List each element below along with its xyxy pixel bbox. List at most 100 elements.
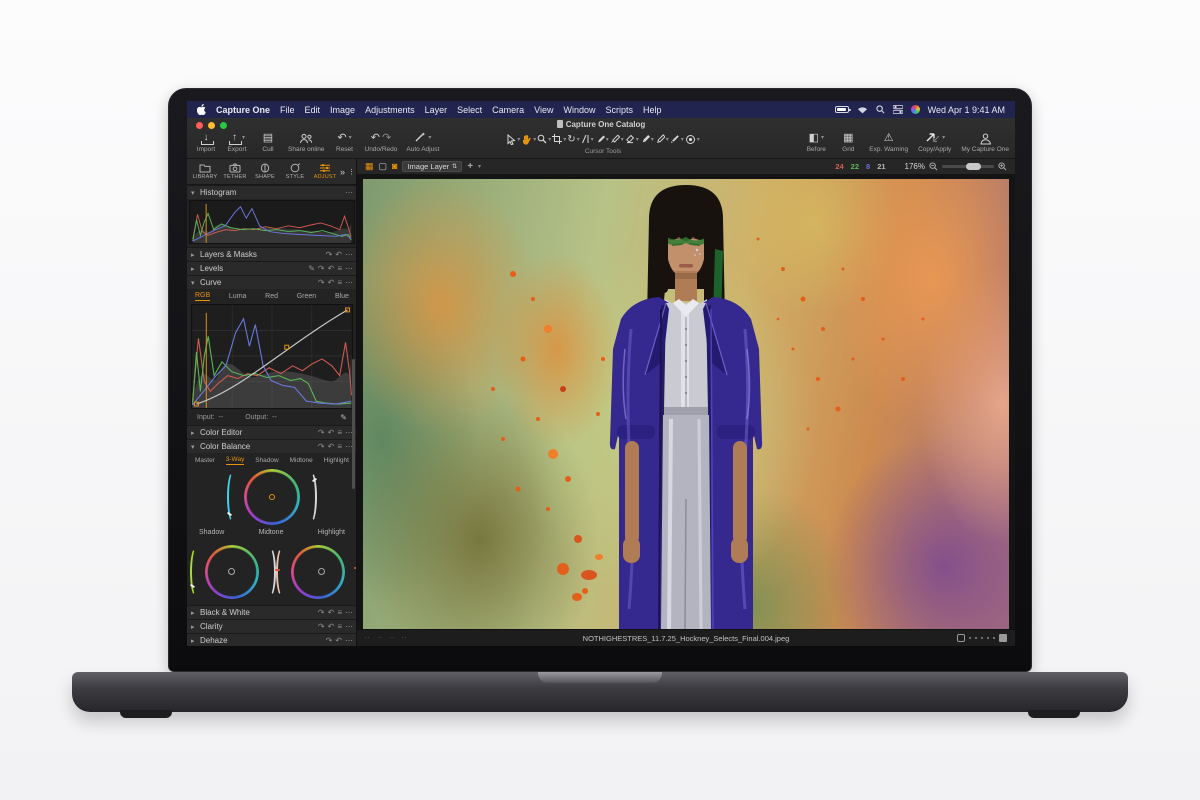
erase-tool[interactable]: ▾ — [625, 134, 639, 144]
copy-icon[interactable] — [318, 623, 325, 631]
share-online-button[interactable]: Share online — [288, 132, 325, 153]
tab-library[interactable]: LIBRARY — [190, 163, 220, 180]
cull-button[interactable]: ▤ Cull — [257, 132, 279, 153]
expand-tabs-icon[interactable]: » — [340, 167, 345, 177]
more-icon[interactable] — [345, 623, 353, 631]
reset-icon[interactable] — [328, 265, 335, 273]
reset-icon[interactable] — [335, 637, 342, 645]
spot-brush-tool[interactable]: ▾ — [595, 134, 609, 144]
panel-layers-header[interactable]: ▸Layers & Masks — [187, 247, 357, 261]
before-button[interactable]: ◧▾ Before — [805, 132, 827, 153]
tab-adjust[interactable]: ADJUST — [310, 163, 340, 180]
export-button[interactable]: ↑▾ Export — [226, 132, 248, 153]
panel-black-white-header[interactable]: ▸Black & White — [187, 605, 357, 619]
shadow-right-slider[interactable] — [264, 547, 276, 597]
exposure-warning-button[interactable]: ⚠ Exp. Warning — [869, 132, 908, 153]
copy-icon[interactable] — [318, 443, 325, 451]
wifi-icon[interactable] — [857, 106, 868, 114]
menu-item-app[interactable]: Capture One — [216, 105, 270, 115]
gradient-mask-tool[interactable]: ▾ — [670, 134, 684, 144]
menu-item-image[interactable]: Image — [330, 105, 355, 115]
more-icon[interactable] — [345, 609, 353, 617]
filmstrip-toggle-icon[interactable] — [999, 634, 1007, 642]
reset-icon[interactable] — [328, 429, 335, 437]
copy-icon[interactable] — [326, 251, 333, 259]
highlight-right-slider[interactable] — [350, 547, 357, 597]
curve-tab-luma[interactable]: Luma — [229, 293, 247, 300]
menu-item-edit[interactable]: Edit — [305, 105, 321, 115]
menu-item-layer[interactable]: Layer — [425, 105, 448, 115]
straighten-tool[interactable]: ▾ — [581, 134, 594, 144]
reset-icon[interactable] — [328, 443, 335, 451]
proof-view-icon[interactable]: ◙ — [392, 162, 397, 171]
midtone-wheel-marker[interactable] — [269, 494, 275, 500]
sidebar-scrollbar[interactable] — [352, 359, 355, 489]
panel-histogram-header[interactable]: ▾Histogram — [187, 185, 357, 199]
pen-icon[interactable] — [308, 265, 315, 273]
app-color-icon[interactable] — [911, 105, 920, 114]
thumb-size-icon[interactable] — [957, 634, 965, 642]
zoom-in-icon[interactable] — [998, 162, 1007, 171]
zoom-out-icon[interactable] — [929, 162, 938, 171]
menu-item-window[interactable]: Window — [564, 105, 596, 115]
panel-clarity-header[interactable]: ▸Clarity — [187, 619, 357, 633]
tab-style[interactable]: STYLE — [280, 163, 310, 180]
cb-tab-highlight[interactable]: Highlight — [324, 457, 349, 464]
menu-icon[interactable] — [337, 609, 342, 617]
panel-dehaze-header[interactable]: ▸Dehaze — [187, 633, 357, 646]
add-layer-button[interactable]: + — [467, 161, 473, 172]
crop-tool[interactable]: ▾ — [552, 134, 566, 144]
auto-adjust-button[interactable]: ▾ Auto Adjust — [406, 132, 439, 153]
zoom-level[interactable]: 176% — [905, 162, 925, 171]
highlight-left-slider[interactable] — [276, 547, 288, 597]
menu-icon[interactable] — [337, 623, 342, 631]
more-icon[interactable] — [345, 251, 353, 259]
menu-item-scripts[interactable]: Scripts — [606, 105, 634, 115]
menu-icon[interactable] — [337, 279, 342, 287]
panel-curve-header[interactable]: ▾Curve — [187, 275, 357, 289]
copy-icon[interactable] — [326, 637, 333, 645]
pan-hand-tool[interactable]: ▾ — [521, 134, 536, 145]
loupe-tool[interactable]: ▾ — [537, 134, 551, 144]
menu-bar-clock[interactable]: Wed Apr 1 9:41 AM — [928, 105, 1005, 115]
undo-redo-buttons[interactable]: Undo/Redo — [365, 132, 398, 153]
panel-levels-header[interactable]: ▸Levels — [187, 261, 357, 275]
reset-icon[interactable] — [335, 251, 342, 259]
reset-icon[interactable] — [328, 623, 335, 631]
search-icon[interactable] — [876, 105, 885, 114]
more-icon[interactable] — [345, 279, 353, 287]
shadow-left-slider[interactable] — [190, 547, 202, 597]
zoom-slider[interactable] — [942, 165, 994, 168]
highlight-wheel-marker[interactable] — [318, 568, 325, 575]
tab-shape[interactable]: SHAPE — [250, 163, 280, 180]
control-center-icon[interactable] — [893, 105, 903, 114]
zoom-slider-thumb[interactable] — [966, 163, 981, 170]
menu-icon[interactable] — [337, 265, 342, 273]
reset-button[interactable]: ▾ Reset — [334, 132, 356, 153]
layer-select[interactable]: Image Layer ⇅ — [402, 161, 462, 172]
menu-item-select[interactable]: Select — [457, 105, 482, 115]
more-icon[interactable] — [345, 637, 353, 645]
single-view-icon[interactable]: ▢ — [379, 162, 388, 171]
tab-overflow-icon[interactable]: ⋮ — [348, 168, 355, 176]
photo-canvas[interactable] — [363, 179, 1009, 629]
copy-apply-button[interactable]: ▾ Copy/Apply — [918, 132, 951, 153]
menu-icon[interactable] — [337, 429, 342, 437]
select-tool[interactable]: ▾ — [506, 134, 520, 145]
curve-picker-icon[interactable] — [340, 413, 347, 422]
fill-mask-tool[interactable]: ▾ — [655, 134, 669, 144]
shadow-wheel-marker[interactable] — [228, 568, 235, 575]
cb-tab-shadow[interactable]: Shadow — [255, 457, 279, 464]
menu-item-camera[interactable]: Camera — [492, 105, 524, 115]
reset-icon[interactable] — [328, 609, 335, 617]
copy-icon[interactable] — [318, 265, 325, 273]
curve-tab-blue[interactable]: Blue — [335, 293, 349, 300]
curve-tab-red[interactable]: Red — [265, 293, 278, 300]
curve-tab-rgb[interactable]: RGB — [195, 292, 210, 301]
draw-mask-tool[interactable]: ▾ — [640, 134, 654, 144]
panel-color-balance-header[interactable]: ▾Color Balance — [187, 439, 357, 453]
copy-icon[interactable] — [318, 609, 325, 617]
apple-menu-icon[interactable] — [197, 104, 206, 115]
menu-icon[interactable] — [337, 443, 342, 451]
menu-item-adjustments[interactable]: Adjustments — [365, 105, 415, 115]
